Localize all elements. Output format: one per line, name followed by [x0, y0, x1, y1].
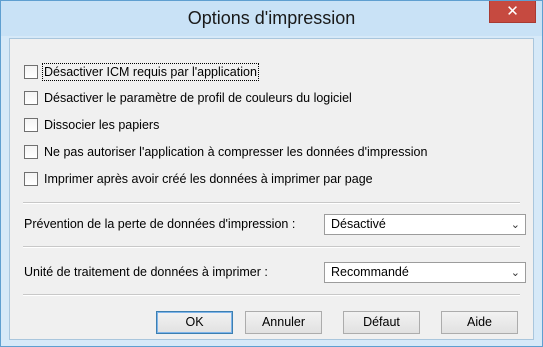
option-label: Désactiver ICM requis par l'application [42, 63, 259, 81]
separator [23, 246, 520, 248]
option-print-after-page-data[interactable]: Imprimer après avoir créé les données à … [24, 170, 373, 188]
title-bar[interactable]: Options d'impression ✕ [1, 1, 542, 36]
checkbox-disable-icm[interactable] [24, 65, 38, 79]
checkbox-print-after-page-data[interactable] [24, 172, 38, 186]
select-value: Désactivé [331, 217, 386, 231]
print-options-dialog: Options d'impression ✕ Désactiver ICM re… [0, 0, 543, 347]
option-dissociate-papers[interactable]: Dissocier les papiers [24, 116, 159, 134]
option-no-compression[interactable]: Ne pas autoriser l'application à compres… [24, 143, 427, 161]
data-loss-prevention-label: Prévention de la perte de données d'impr… [24, 217, 296, 231]
checkbox-disable-color-profile[interactable] [24, 91, 38, 105]
checkbox-no-compression[interactable] [24, 145, 38, 159]
dialog-title: Options d'impression [187, 8, 356, 28]
data-loss-prevention-select[interactable]: Désactivé ⌄ [324, 214, 526, 235]
dialog-body: Désactiver ICM requis par l'application … [9, 38, 534, 340]
option-label: Imprimer après avoir créé les données à … [44, 172, 373, 186]
cancel-button[interactable]: Annuler [245, 311, 322, 334]
processing-unit-select[interactable]: Recommandé ⌄ [324, 262, 526, 283]
help-button[interactable]: Aide [441, 311, 518, 334]
close-button[interactable]: ✕ [489, 1, 536, 23]
option-label: Désactiver le paramètre de profil de cou… [44, 91, 352, 105]
default-button[interactable]: Défaut [343, 311, 420, 334]
processing-unit-label: Unité de traitement de données à imprime… [24, 265, 268, 279]
option-label: Dissocier les papiers [44, 118, 160, 132]
separator [23, 294, 520, 296]
ok-button[interactable]: OK [156, 311, 233, 334]
option-disable-icm[interactable]: Désactiver ICM requis par l'application [24, 63, 259, 81]
chevron-down-icon: ⌄ [510, 218, 520, 231]
chevron-down-icon: ⌄ [510, 266, 520, 279]
option-label: Ne pas autoriser l'application à compres… [44, 145, 428, 159]
option-disable-color-profile[interactable]: Désactiver le paramètre de profil de cou… [24, 89, 352, 107]
select-value: Recommandé [331, 265, 409, 279]
close-icon: ✕ [506, 2, 519, 20]
separator [23, 202, 520, 204]
checkbox-dissociate-papers[interactable] [24, 118, 38, 132]
